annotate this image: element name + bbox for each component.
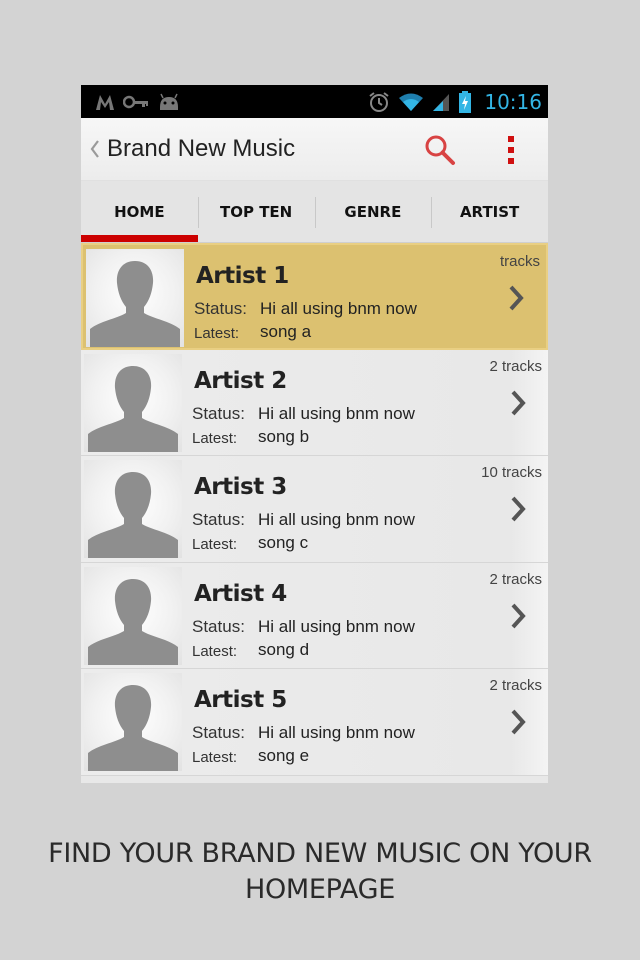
- tab-top-ten[interactable]: TOP TEN: [197, 181, 315, 242]
- wifi-icon: [399, 93, 424, 111]
- search-icon[interactable]: [424, 134, 456, 166]
- latest-song: song e: [258, 746, 310, 765]
- latest-label: Latest:: [192, 749, 238, 766]
- status-label: Status:: [194, 299, 247, 318]
- latest-song: song c: [258, 533, 309, 552]
- tab-label: HOME: [114, 202, 165, 221]
- track-count: 10 tracks: [481, 464, 542, 481]
- artist-list: Artist 1 Status: Hi all using bnm now La…: [81, 243, 548, 783]
- avatar-placeholder-icon: [84, 566, 182, 665]
- phone-screen: 10:16 Brand New Music HOME TOP TEN GENRE: [81, 85, 548, 783]
- artist-name: Artist 5: [194, 687, 287, 713]
- chevron-right-icon[interactable]: [510, 495, 528, 523]
- m-logo-icon: [96, 94, 114, 110]
- status-text: Hi all using bnm now: [258, 723, 415, 742]
- artist-name: Artist 3: [194, 474, 287, 500]
- chevron-right-icon[interactable]: [510, 389, 528, 417]
- chevron-right-icon[interactable]: [508, 284, 526, 312]
- list-next-item-peek: [81, 775, 548, 783]
- tab-bar: HOME TOP TEN GENRE ARTIST: [81, 181, 548, 243]
- artist-list-item[interactable]: Artist 1 Status: Hi all using bnm now La…: [81, 243, 548, 350]
- status-label: Status:: [192, 616, 245, 636]
- artist-list-item[interactable]: Artist 4 Status: Hi all using bnm now La…: [81, 562, 548, 669]
- latest-song: song b: [258, 426, 310, 446]
- avatar-placeholder-icon: [84, 460, 182, 558]
- caption-line: FIND YOUR BRAND NEW MUSIC ON YOUR: [48, 838, 592, 869]
- tab-label: GENRE: [344, 202, 402, 221]
- tab-label: TOP TEN: [220, 202, 293, 221]
- alarm-icon: [369, 91, 389, 112]
- key-icon: [123, 95, 148, 108]
- artist-name: Artist 4: [194, 580, 287, 607]
- chevron-right-icon[interactable]: [510, 602, 528, 630]
- status-text: Hi all using bnm now: [260, 299, 417, 318]
- avatar-placeholder-icon: [86, 249, 184, 347]
- artist-list-item[interactable]: Artist 5 Status: Hi all using bnm now La…: [81, 669, 548, 776]
- back-chevron-icon[interactable]: [85, 140, 105, 158]
- latest-song: song d: [258, 639, 310, 659]
- track-count: tracks: [499, 253, 540, 270]
- artist-list-item[interactable]: Artist 2 Status: Hi all using bnm now La…: [81, 349, 548, 456]
- caption-line: HOMEPAGE: [244, 874, 396, 905]
- tab-artist[interactable]: ARTIST: [431, 181, 548, 242]
- status-label: Status:: [192, 403, 245, 423]
- latest-label: Latest:: [192, 429, 238, 447]
- clock-time: 10:16: [484, 89, 542, 114]
- artist-name: Artist 2: [194, 367, 287, 394]
- avatar-placeholder-icon: [84, 353, 182, 452]
- status-label: Status:: [192, 723, 245, 742]
- app-title[interactable]: Brand New Music: [107, 135, 295, 163]
- status-label: Status:: [192, 510, 245, 529]
- battery-charging-icon: [459, 90, 472, 113]
- artist-name: Artist 1: [196, 263, 289, 289]
- status-text: Hi all using bnm now: [258, 510, 415, 529]
- android-icon: [160, 93, 178, 110]
- avatar-placeholder-icon: [84, 673, 182, 771]
- tab-genre[interactable]: GENRE: [314, 181, 432, 242]
- track-count: 2 tracks: [489, 677, 542, 694]
- tab-home[interactable]: HOME: [81, 181, 198, 242]
- latest-label: Latest:: [194, 325, 240, 342]
- latest-label: Latest:: [192, 642, 238, 660]
- latest-label: Latest:: [192, 536, 238, 553]
- track-count: 2 tracks: [489, 570, 542, 588]
- action-bar: Brand New Music: [81, 118, 548, 181]
- track-count: 2 tracks: [489, 357, 542, 375]
- promo-caption: FIND YOUR BRAND NEW MUSIC ON YOUR HOMEPA…: [0, 836, 640, 908]
- chevron-right-icon[interactable]: [510, 708, 528, 736]
- status-text: Hi all using bnm now: [258, 616, 415, 636]
- status-text: Hi all using bnm now: [258, 403, 415, 423]
- signal-icon: [433, 93, 450, 111]
- tab-label: ARTIST: [459, 202, 520, 221]
- overflow-menu-icon[interactable]: [503, 136, 519, 164]
- artist-list-item[interactable]: Artist 3 Status: Hi all using bnm now La…: [81, 456, 548, 563]
- latest-song: song a: [260, 322, 312, 341]
- status-bar: 10:16: [81, 85, 548, 118]
